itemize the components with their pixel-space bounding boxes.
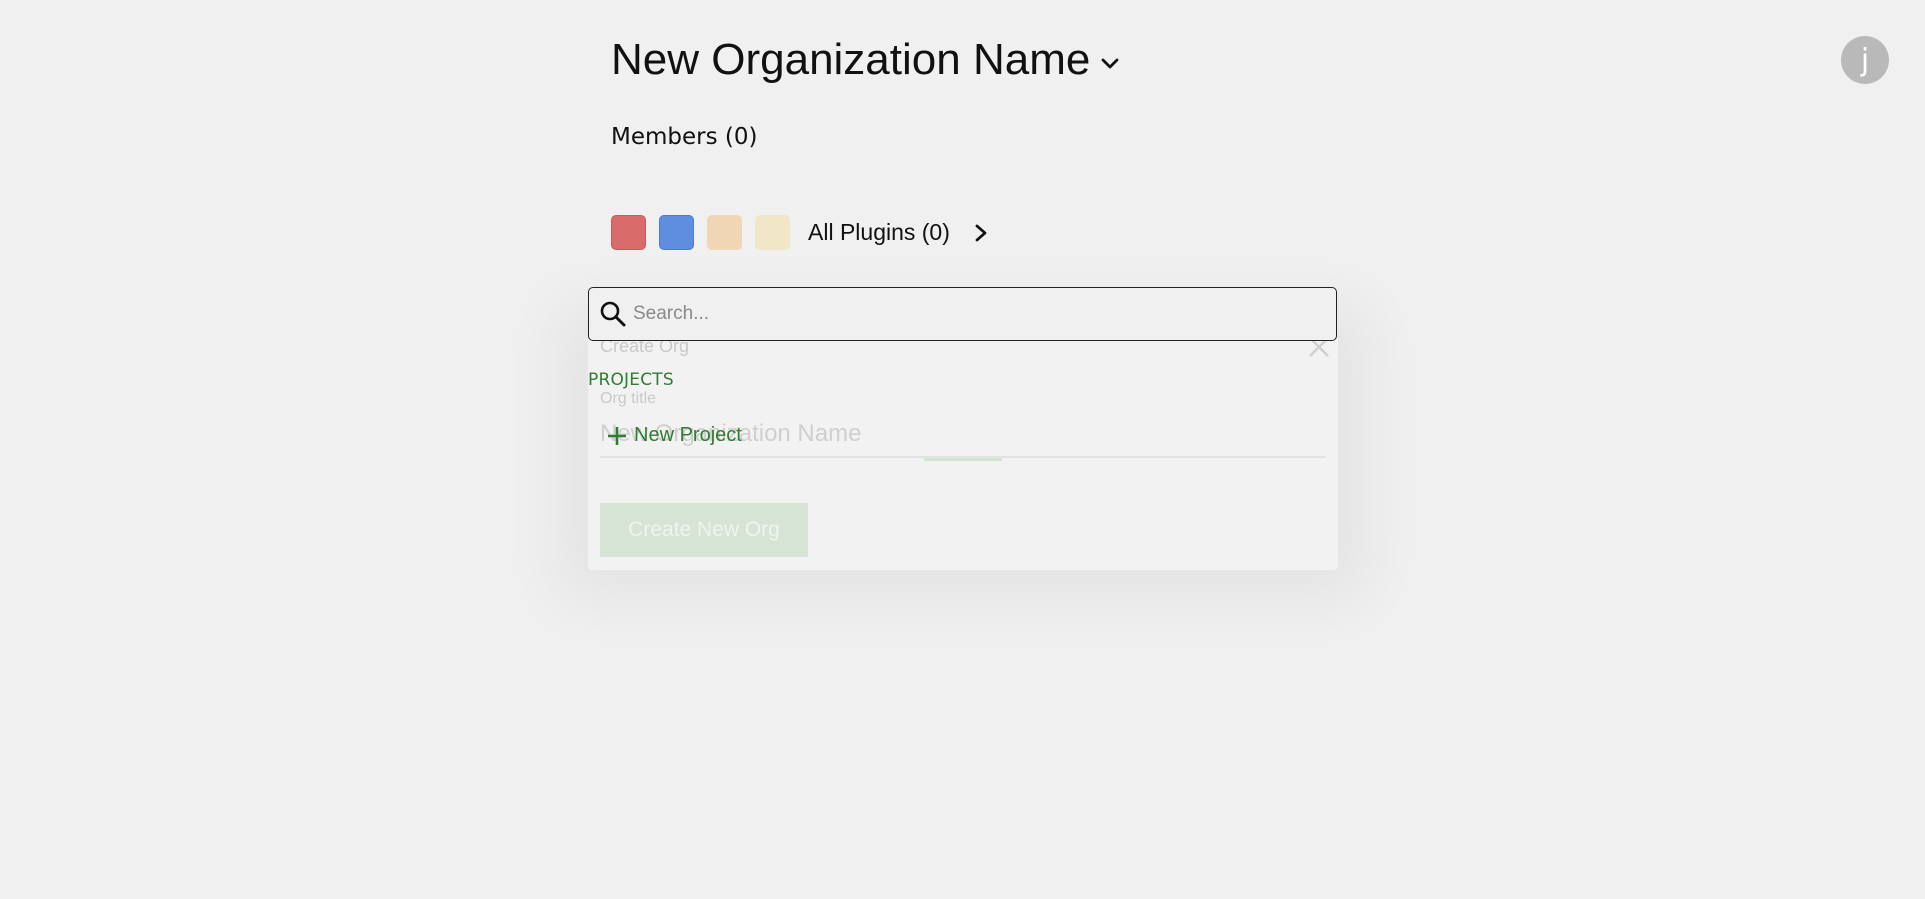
plugins-row: All Plugins (0) <box>611 214 990 251</box>
plugin-swatch-red[interactable] <box>611 215 646 250</box>
plugin-swatch-peach[interactable] <box>707 215 742 250</box>
org-switcher[interactable]: New Organization Name <box>611 32 1120 88</box>
org-title: New Organization Name <box>611 35 1091 84</box>
search-bar[interactable] <box>588 287 1337 341</box>
create-new-org-button[interactable]: Create New Org <box>600 503 808 557</box>
plus-icon <box>608 426 626 445</box>
chevron-down-icon <box>1101 58 1119 69</box>
plugin-swatch-blue[interactable] <box>659 215 694 250</box>
user-avatar[interactable]: j <box>1841 36 1889 84</box>
org-title-label: Org title <box>600 390 657 407</box>
members-link[interactable]: Members (0) <box>611 124 757 150</box>
avatar-initial: j <box>1860 42 1870 78</box>
new-project-button[interactable]: New Project <box>606 424 742 447</box>
new-project-label: New Project <box>634 424 742 446</box>
search-input[interactable] <box>631 302 1315 326</box>
all-plugins-link[interactable]: All Plugins (0) <box>808 219 950 246</box>
search-icon <box>600 301 626 327</box>
input-focus-underline <box>924 458 1002 461</box>
page: New Organization Name j Members (0) All … <box>0 0 1925 899</box>
plugin-swatch-cream[interactable] <box>755 215 790 250</box>
chevron-right-icon[interactable] <box>972 222 990 244</box>
projects-section-label: PROJECTS <box>588 370 674 390</box>
